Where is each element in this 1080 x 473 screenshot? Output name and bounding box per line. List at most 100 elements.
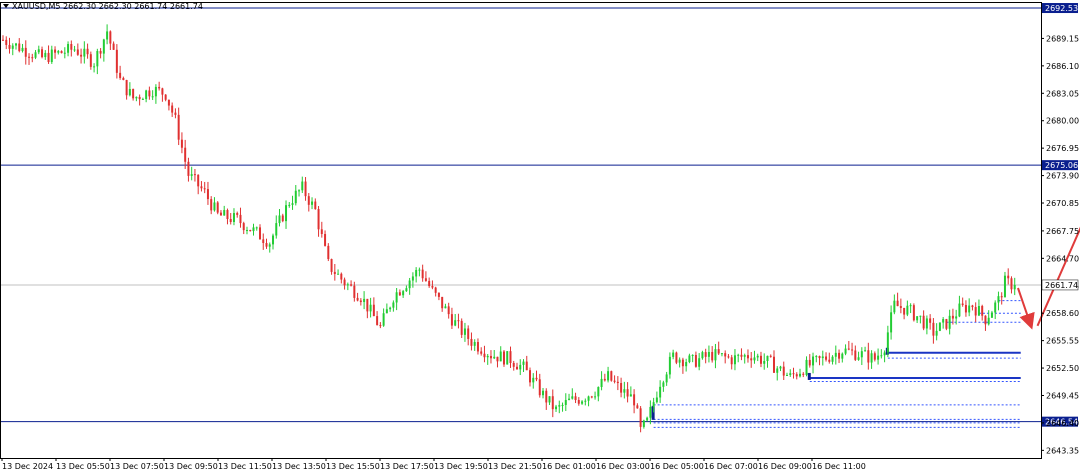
candle-body — [529, 370, 532, 383]
candle-body — [665, 374, 668, 383]
candle-body — [161, 88, 164, 95]
candle-body — [727, 356, 730, 358]
candle-body — [467, 328, 470, 339]
candle-body — [616, 381, 619, 384]
x-tick-label-14: 16 Dec 09:00 — [758, 462, 812, 471]
candle-body — [476, 342, 479, 352]
level-label-0: 2692.53 — [1045, 4, 1078, 13]
header-dropdown-icon — [3, 4, 9, 8]
candle-body — [730, 357, 733, 365]
x-tick-label-9: 13 Dec 21:50 — [488, 462, 542, 471]
candle-body — [402, 291, 405, 296]
candle-body — [320, 229, 323, 234]
candle-body — [948, 315, 951, 329]
candle-body — [935, 330, 938, 336]
candle-body — [333, 271, 336, 275]
candle-body — [8, 44, 11, 49]
candle-body — [350, 284, 353, 286]
candle-body — [307, 196, 310, 205]
candle-body — [812, 356, 815, 366]
symbol-header: XAUUSD,M5 2662.30 2662.30 2661.74 2661.7… — [12, 2, 203, 11]
x-tick-label-5: 13 Dec 13:50 — [272, 462, 326, 471]
candle-body — [509, 351, 512, 363]
candle-body — [981, 305, 984, 316]
x-tick-label-11: 16 Dec 03:00 — [596, 462, 650, 471]
candle-body — [337, 273, 340, 275]
candle-body — [356, 297, 359, 301]
candle-body — [707, 351, 710, 357]
candle-body — [18, 43, 21, 52]
candle-body — [343, 279, 346, 286]
candle-body — [704, 352, 707, 357]
candle-body — [304, 181, 307, 197]
x-tick-label-7: 13 Dec 17:50 — [380, 462, 434, 471]
candle-body — [958, 303, 961, 317]
candle-body — [961, 303, 964, 305]
price-chart[interactable]: 2692.532675.062646.54 2689.152686.102683… — [0, 0, 1080, 473]
y-tick-label-0: 2689.15 — [1046, 34, 1079, 43]
candle-body — [47, 52, 50, 63]
candle-body — [203, 188, 206, 190]
y-tick-label-1: 2686.10 — [1046, 62, 1079, 71]
candle-body — [34, 52, 37, 58]
candle-body — [298, 190, 301, 192]
candle-body — [216, 202, 219, 213]
candle-body — [636, 405, 639, 409]
candle-body — [450, 314, 453, 326]
candle-body — [857, 357, 860, 360]
candle-body — [942, 319, 945, 323]
candle-body — [493, 356, 496, 359]
candle-body — [720, 353, 723, 355]
candle-body — [977, 305, 980, 316]
candle-body — [786, 374, 789, 376]
candle-body — [847, 348, 850, 350]
candle-body — [564, 399, 567, 405]
y-tick-label-3: 2680.00 — [1046, 117, 1079, 126]
candle-body — [772, 356, 775, 373]
candle-body — [555, 406, 558, 410]
candle-body — [317, 209, 320, 230]
candle-body — [890, 312, 893, 333]
candle-body — [89, 54, 92, 67]
candle-body — [5, 39, 8, 45]
candle-body — [639, 408, 642, 427]
candle-body — [678, 359, 681, 363]
candle-body — [50, 49, 53, 63]
candle-body — [568, 398, 571, 400]
candle-body — [629, 394, 632, 397]
candle-body — [372, 304, 375, 317]
candle-body — [932, 322, 935, 336]
candle-body — [828, 359, 831, 362]
candle-body — [125, 79, 128, 96]
candle-body — [756, 355, 759, 358]
candle-body — [714, 349, 717, 361]
candle-body — [37, 49, 40, 53]
y-tick-label-2: 2683.05 — [1046, 89, 1079, 98]
y-tick-label-7: 2667.75 — [1046, 227, 1079, 236]
candle-body — [80, 54, 83, 57]
x-tick-label-10: 16 Dec 01:00 — [542, 462, 596, 471]
candle-body — [545, 390, 548, 403]
candle-body — [106, 31, 109, 40]
candle-body — [506, 351, 509, 365]
candle-body — [867, 350, 870, 363]
candle-body — [698, 358, 701, 367]
candle-body — [623, 389, 626, 393]
candle-body — [746, 355, 749, 359]
candle-body — [802, 373, 805, 375]
y-tick-label-14: 2646.40 — [1046, 419, 1079, 428]
current-price-label: 2661.74 — [1045, 281, 1078, 290]
candle-body — [561, 404, 564, 406]
candle-body — [480, 351, 483, 354]
candle-body — [737, 354, 740, 356]
candle-body — [519, 364, 522, 370]
candle-body — [411, 276, 414, 281]
candle-body — [799, 373, 802, 377]
candle-body — [128, 88, 131, 96]
candle-body — [428, 280, 431, 287]
candle-body — [200, 186, 203, 189]
candle-body — [447, 306, 450, 315]
y-tick-label-10: 2658.60 — [1046, 309, 1079, 318]
candle-body — [441, 296, 444, 309]
candle-body — [454, 320, 457, 326]
